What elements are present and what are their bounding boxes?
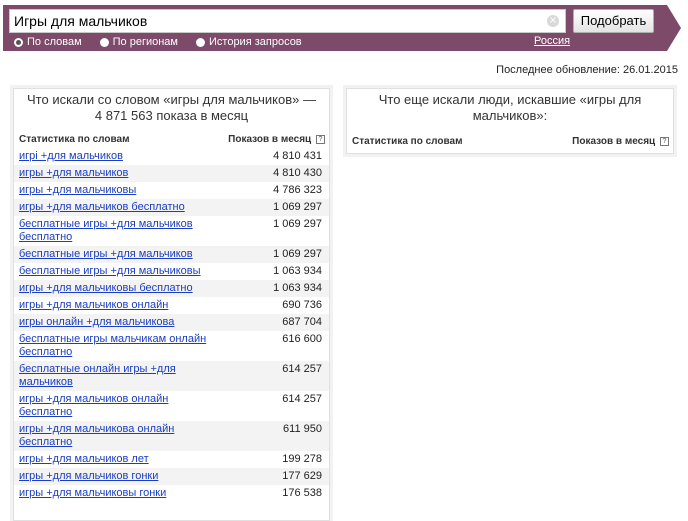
table-row: игры +для мальчикова онлайн бесплатно 611… bbox=[14, 421, 329, 451]
table-row: игры +для мальчиков гонки 177 629 bbox=[14, 468, 329, 485]
radio-icon[interactable] bbox=[196, 37, 205, 47]
table-row: игры +для мальчиков бесплатно 1 069 297 bbox=[14, 199, 329, 216]
shows-count: 1 069 297 bbox=[273, 201, 322, 213]
shows-count: 1 063 934 bbox=[273, 282, 322, 294]
mode-by-regions[interactable]: По регионам bbox=[99, 35, 178, 49]
table-row: игры +для мальчиковы гонки 176 538 bbox=[14, 485, 329, 502]
mode-by-words[interactable]: По словам bbox=[14, 35, 82, 49]
mode-label: По словам bbox=[27, 36, 82, 48]
table-row: игры +для мальчиков лет 199 278 bbox=[14, 451, 329, 468]
phrase-link[interactable]: игры +для мальчиковы bbox=[19, 184, 136, 197]
shows-count: 690 736 bbox=[282, 299, 322, 311]
mode-history[interactable]: История запросов bbox=[196, 35, 302, 49]
shows-count: 1 063 934 bbox=[273, 265, 322, 277]
col-words: Статистика по словам bbox=[19, 133, 130, 145]
table-row: игры +для мальчиков 4 810 430 bbox=[14, 165, 329, 182]
region-link[interactable]: Россия bbox=[534, 35, 570, 47]
phrase-link[interactable]: игры +для мальчиков bbox=[19, 167, 128, 180]
help-icon[interactable]: ? bbox=[660, 136, 669, 146]
shows-count: 1 069 297 bbox=[273, 218, 322, 230]
search-input[interactable] bbox=[14, 12, 544, 30]
phrase-link[interactable]: бесплатные игры +для мальчиков бесплатно bbox=[19, 218, 219, 244]
mode-label: По регионам bbox=[112, 36, 178, 48]
table-row: игрі +для мальчиков 4 810 431 bbox=[14, 148, 329, 165]
phrase-link[interactable]: игры +для мальчиков лет bbox=[19, 453, 149, 466]
mode-label: История запросов bbox=[209, 36, 302, 48]
col-shows: Показов в месяц bbox=[228, 133, 312, 145]
table-row: игры +для мальчиков онлайн 690 736 bbox=[14, 297, 329, 314]
search-box[interactable]: × bbox=[9, 9, 566, 33]
table-row: игры +для мальчиковы бесплатно 1 063 934 bbox=[14, 280, 329, 297]
col-shows: Показов в месяц bbox=[572, 135, 656, 147]
phrase-link[interactable]: бесплатные онлайн игры +для мальчиков bbox=[19, 363, 219, 389]
panel-title: Что искали со словом «игры для мальчиков… bbox=[27, 92, 316, 123]
shows-count: 687 704 bbox=[282, 316, 322, 328]
shows-count: 176 538 bbox=[282, 487, 322, 499]
clear-icon[interactable]: × bbox=[547, 15, 559, 27]
related-searches-panel: Что еще искали люди, искавшие «игры для … bbox=[346, 88, 674, 154]
shows-count: 4 810 430 bbox=[273, 167, 322, 179]
phrase-link[interactable]: игры +для мальчиковы бесплатно bbox=[19, 282, 193, 295]
shows-count: 4 786 323 bbox=[273, 184, 322, 196]
shows-count: 1 069 297 bbox=[273, 248, 322, 260]
table-row: игры +для мальчиков онлайн бесплатно 614 … bbox=[14, 391, 329, 421]
phrase-link[interactable]: игры +для мальчикова онлайн бесплатно bbox=[19, 423, 219, 449]
col-shows-wrap: Показов в месяц ? bbox=[572, 136, 669, 147]
table-header: Статистика по словам Показов в месяц ? bbox=[14, 130, 329, 148]
table-row: бесплатные игры +для мальчиковы 1 063 934 bbox=[14, 263, 329, 280]
table-row: бесплатные игры +для мальчиков 1 069 297 bbox=[14, 246, 329, 263]
stats-list: игрі +для мальчиков 4 810 431 игры +для ма… bbox=[14, 148, 329, 502]
table-row: бесплатные игры мальчикам онлайн бесплат… bbox=[14, 331, 329, 361]
submit-button[interactable]: Подобрать bbox=[573, 9, 654, 33]
shows-count: 177 629 bbox=[282, 470, 322, 482]
radio-icon[interactable] bbox=[99, 37, 109, 47]
help-icon[interactable]: ? bbox=[316, 134, 325, 144]
search-bar-arrow bbox=[667, 5, 681, 51]
table-row: игры онлайн +для мальчикова 687 704 bbox=[14, 314, 329, 331]
panel-title: Что еще искали люди, искавшие «игры для … bbox=[378, 92, 642, 123]
phrase-link[interactable]: бесплатные игры +для мальчиков bbox=[19, 248, 193, 261]
radio-selected-icon[interactable] bbox=[14, 37, 23, 47]
phrase-link[interactable]: игры онлайн +для мальчикова bbox=[19, 316, 174, 329]
table-row: игры +для мальчиковы 4 786 323 bbox=[14, 182, 329, 199]
phrase-link[interactable]: бесплатные игры +для мальчиковы bbox=[19, 265, 201, 278]
table-header: Статистика по словам Показов в месяц ? bbox=[347, 132, 673, 150]
shows-count: 614 257 bbox=[282, 363, 322, 375]
shows-count: 616 600 bbox=[282, 333, 322, 345]
last-update: Последнее обновление: 26.01.2015 bbox=[496, 64, 678, 76]
phrase-link[interactable]: бесплатные игры мальчикам онлайн бесплат… bbox=[19, 333, 219, 359]
shows-count: 614 257 bbox=[282, 393, 322, 405]
words-stats-panel: Что искали со словом «игры для мальчиков… bbox=[13, 88, 330, 521]
phrase-link[interactable]: игры +для мальчиков гонки bbox=[19, 470, 158, 483]
phrase-link[interactable]: игрі +для мальчиков bbox=[19, 150, 123, 163]
col-words: Статистика по словам bbox=[352, 135, 463, 147]
phrase-link[interactable]: игры +для мальчиков онлайн бесплатно bbox=[19, 393, 219, 419]
phrase-link[interactable]: игры +для мальчиковы гонки bbox=[19, 487, 166, 500]
phrase-link[interactable]: игры +для мальчиков онлайн bbox=[19, 299, 168, 312]
shows-count: 611 950 bbox=[283, 423, 322, 435]
table-row: бесплатные онлайн игры +для мальчиков 614… bbox=[14, 361, 329, 391]
col-shows-wrap: Показов в месяц ? bbox=[228, 134, 325, 145]
table-row: бесплатные игры +для мальчиков бесплатно… bbox=[14, 216, 329, 246]
shows-count: 199 278 bbox=[282, 453, 322, 465]
shows-count: 4 810 431 bbox=[273, 150, 322, 162]
phrase-link[interactable]: игры +для мальчиков бесплатно bbox=[19, 201, 185, 214]
search-mode-tabs: По словам По регионам История запросов bbox=[14, 35, 320, 49]
